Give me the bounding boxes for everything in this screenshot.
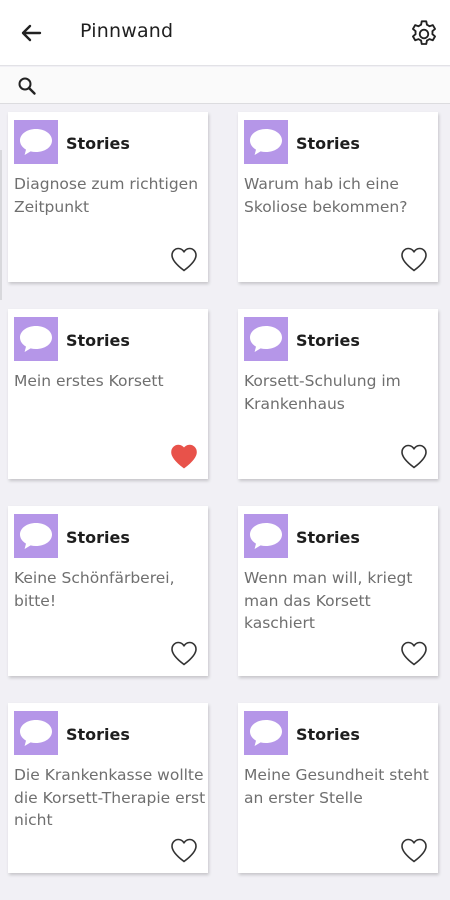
back-button[interactable] [16, 18, 46, 48]
search-icon [16, 75, 38, 97]
gear-icon [412, 20, 436, 45]
heart-icon[interactable] [169, 442, 199, 470]
card-title: Die Krankenkasse wollte die Korsett-Ther… [14, 766, 206, 829]
card-title: Wenn man will, kriegt man das Korsett ka… [244, 569, 413, 632]
story-card[interactable]: Stories Warum hab ich eine Skoliose beko… [238, 112, 438, 282]
card-title: Korsett-Schulung im Krankenhaus [244, 372, 401, 413]
heart-icon[interactable] [399, 245, 429, 273]
card-title: Mein erstes Korsett [14, 372, 164, 390]
story-card[interactable]: Stories Meine Gesundheit steht an erster… [238, 703, 438, 873]
story-card[interactable]: Stories Die Krankenkasse wollte die Kors… [8, 703, 208, 873]
card-category: Stories [66, 134, 130, 153]
heart-icon[interactable] [169, 245, 199, 273]
card-title: Warum hab ich eine Skoliose bekommen? [244, 175, 408, 216]
card-category: Stories [296, 331, 360, 350]
heart-icon[interactable] [169, 639, 199, 667]
card-category: Stories [66, 331, 130, 350]
story-card[interactable]: Stories Diagnose zum richtigen Zeitpunkt [8, 112, 208, 282]
story-card[interactable]: Stories Wenn man will, kriegt man das Ko… [238, 506, 438, 676]
search-input[interactable] [46, 71, 436, 99]
story-card[interactable]: Stories Korsett-Schulung im Krankenhaus [238, 309, 438, 479]
arrow-left-icon [21, 24, 42, 42]
pinboard-grid: Stories Diagnose zum richtigen Zeitpunkt… [0, 104, 450, 900]
heart-icon[interactable] [399, 836, 429, 864]
card-category: Stories [296, 134, 360, 153]
heart-icon[interactable] [399, 639, 429, 667]
search-bar [0, 67, 450, 104]
speech-bubble-icon [244, 317, 288, 361]
settings-button[interactable] [408, 18, 440, 50]
card-title: Meine Gesundheit steht an erster Stelle [244, 766, 429, 807]
card-category: Stories [296, 725, 360, 744]
story-card[interactable]: Stories Mein erstes Korsett [8, 309, 208, 479]
speech-bubble-icon [14, 317, 58, 361]
app-header: Pinnwand [0, 0, 450, 66]
speech-bubble-icon [244, 120, 288, 164]
card-category: Stories [66, 725, 130, 744]
card-title: Diagnose zum richtigen Zeitpunkt [14, 175, 199, 216]
page-title: Pinnwand [80, 20, 174, 42]
heart-icon[interactable] [399, 442, 429, 470]
heart-icon[interactable] [169, 836, 199, 864]
speech-bubble-icon [14, 514, 58, 558]
speech-bubble-icon [244, 514, 288, 558]
speech-bubble-icon [244, 711, 288, 755]
card-category: Stories [66, 528, 130, 547]
card-title: Keine Schönfärberei, bitte! [14, 569, 175, 610]
speech-bubble-icon [14, 711, 58, 755]
card-category: Stories [296, 528, 360, 547]
speech-bubble-icon [14, 120, 58, 164]
story-card[interactable]: Stories Keine Schönfärberei, bitte! [8, 506, 208, 676]
